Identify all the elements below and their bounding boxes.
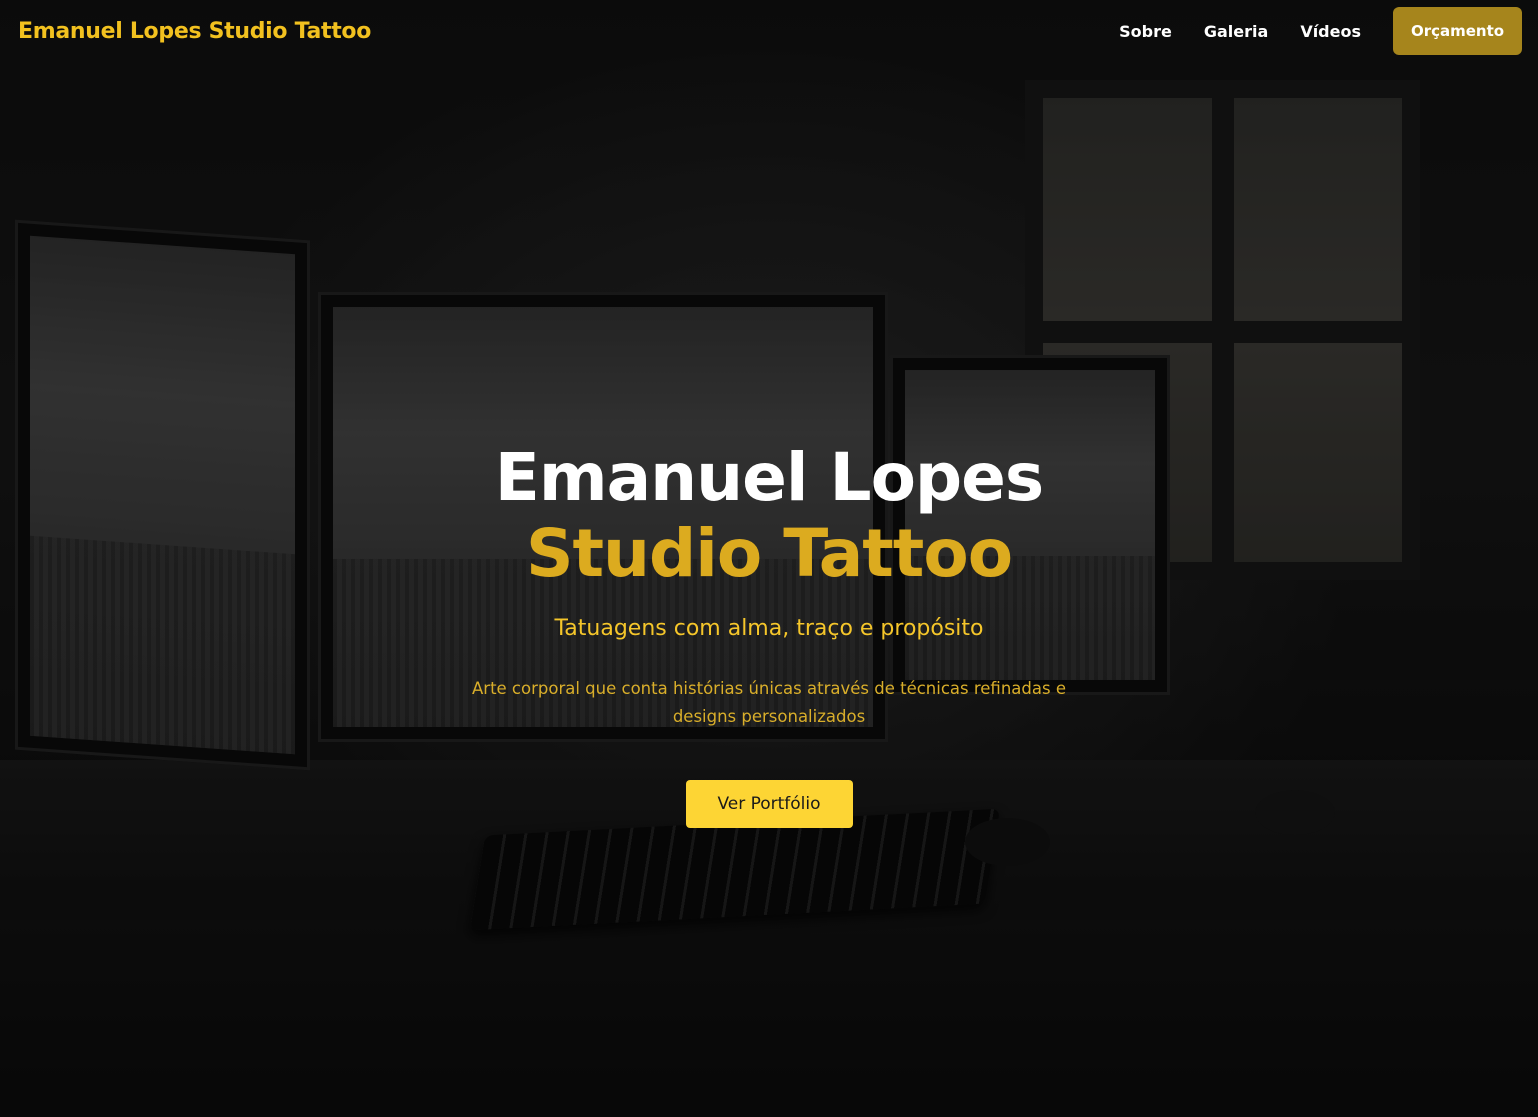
hero-section: Emanuel Lopes Studio Tattoo Sobre Galeri… (0, 0, 1538, 1117)
brand-logo[interactable]: Emanuel Lopes Studio Tattoo (18, 19, 371, 44)
nav-link-sobre[interactable]: Sobre (1119, 22, 1172, 41)
orcamento-button[interactable]: Orçamento (1393, 7, 1522, 55)
ver-portfolio-button[interactable]: Ver Portfólio (685, 780, 853, 828)
top-navbar: Emanuel Lopes Studio Tattoo Sobre Galeri… (0, 0, 1538, 62)
hero-tagline: Tatuagens com alma, traço e propósito (554, 616, 984, 641)
hero-title-line2: Studio Tattoo (525, 515, 1013, 592)
nav-link-galeria[interactable]: Galeria (1204, 22, 1268, 41)
hero-content: Emanuel Lopes Studio Tattoo Tatuagens co… (0, 440, 1538, 828)
hero-title-line1: Emanuel Lopes (494, 439, 1044, 516)
nav-link-videos[interactable]: Vídeos (1300, 22, 1361, 41)
hero-description: Arte corporal que conta histórias únicas… (472, 679, 1066, 726)
nav-links: Sobre Galeria Vídeos Orçamento (1087, 7, 1522, 55)
